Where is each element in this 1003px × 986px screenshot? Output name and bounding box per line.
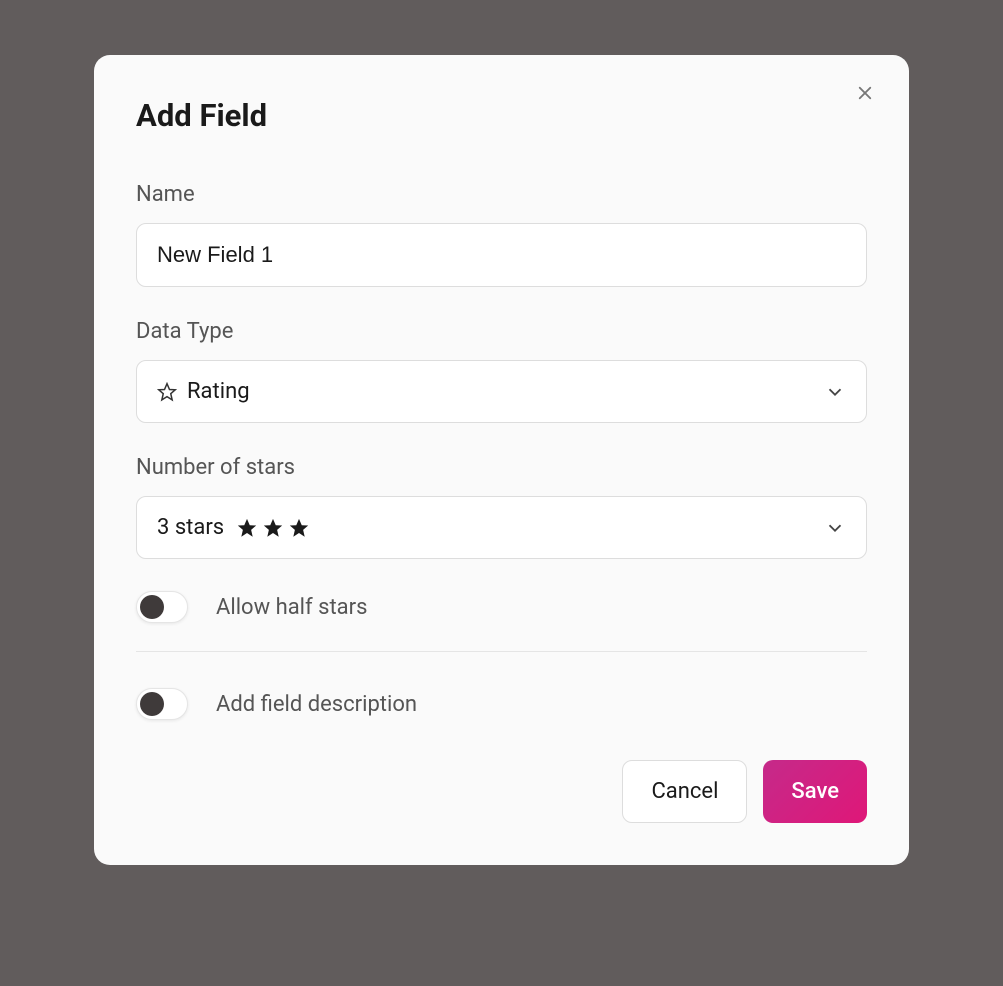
datatype-label: Data Type — [136, 319, 867, 344]
allow-half-stars-row: Allow half stars — [136, 591, 867, 623]
add-description-label: Add field description — [216, 692, 417, 717]
datatype-field-group: Data Type Rating — [136, 319, 867, 423]
modal-title: Add Field — [136, 97, 867, 134]
button-row: Cancel Save — [136, 760, 867, 823]
toggle-knob — [140, 692, 164, 716]
star-filled-icon — [262, 517, 284, 539]
name-field-group: Name — [136, 182, 867, 287]
close-icon — [856, 84, 874, 106]
allow-half-stars-label: Allow half stars — [216, 595, 367, 620]
stars-field-group: Number of stars 3 stars — [136, 455, 867, 559]
chevron-down-icon — [824, 517, 846, 539]
toggle-knob — [140, 595, 164, 619]
star-filled-icon — [236, 517, 258, 539]
name-input[interactable] — [136, 223, 867, 287]
add-description-row: Add field description — [136, 688, 867, 720]
chevron-down-icon — [824, 381, 846, 403]
stars-label: Number of stars — [136, 455, 867, 480]
allow-half-stars-toggle[interactable] — [136, 591, 188, 623]
add-description-toggle[interactable] — [136, 688, 188, 720]
name-label: Name — [136, 182, 867, 207]
star-outline-icon — [157, 382, 177, 402]
star-preview — [236, 517, 310, 539]
divider — [136, 651, 867, 652]
close-button[interactable] — [853, 83, 877, 107]
stars-select[interactable]: 3 stars — [136, 496, 867, 559]
add-field-modal: Add Field Name Data Type Rating Number o… — [94, 55, 909, 865]
datatype-select[interactable]: Rating — [136, 360, 867, 423]
stars-value: 3 stars — [157, 515, 824, 540]
stars-value-text: 3 stars — [157, 515, 224, 540]
cancel-button[interactable]: Cancel — [622, 760, 747, 823]
datatype-value: Rating — [187, 379, 824, 404]
save-button[interactable]: Save — [763, 760, 867, 823]
star-filled-icon — [288, 517, 310, 539]
